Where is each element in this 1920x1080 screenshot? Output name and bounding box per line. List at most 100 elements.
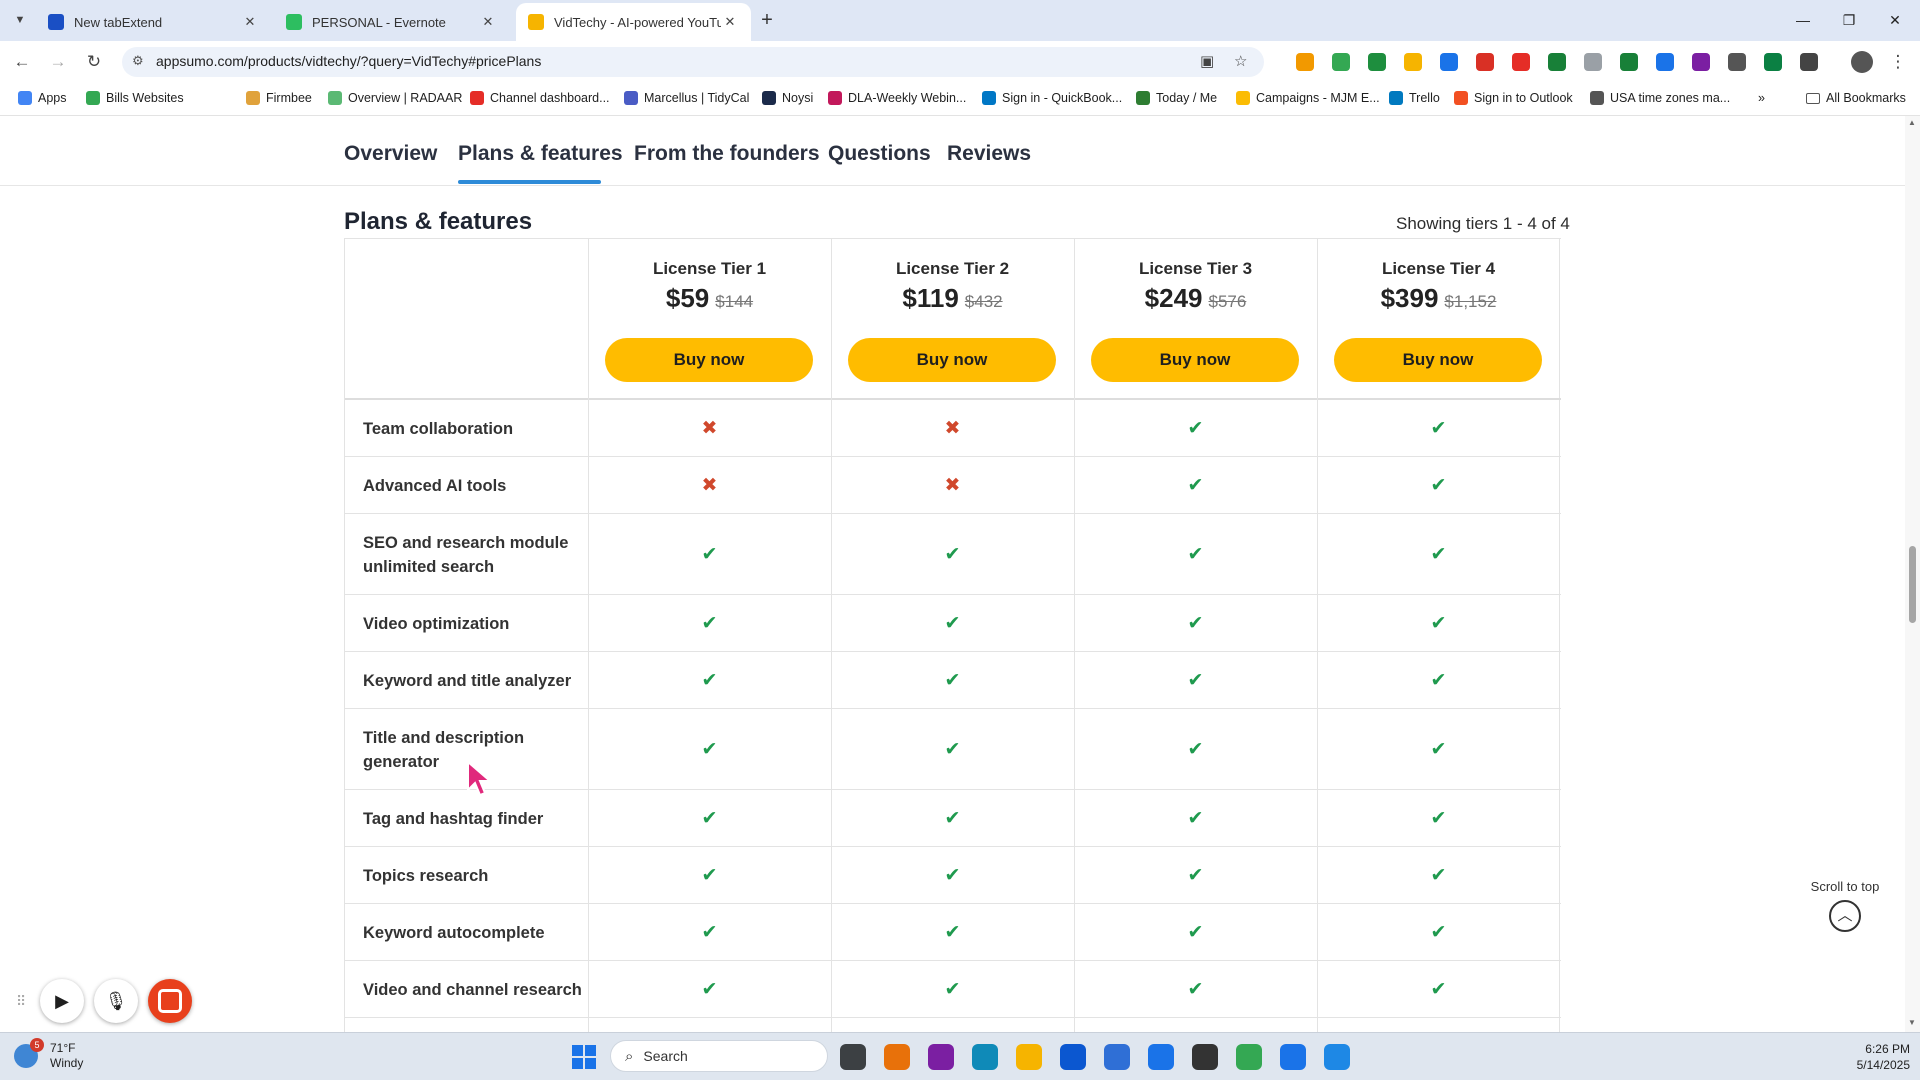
taskbar-app-icon[interactable] [1148,1044,1174,1070]
scroll-down-arrow-icon[interactable]: ▼ [1908,1018,1916,1027]
weather-desc: Windy [50,1056,84,1070]
extension-icon[interactable] [1800,53,1818,71]
taskbar-app-icon[interactable] [1324,1044,1350,1070]
taskbar-app-icon[interactable] [1016,1044,1042,1070]
tier-old-price: $1,152 [1444,292,1497,311]
site-info-icon[interactable]: ⚙ [132,53,144,69]
subnav-tab[interactable]: From the founders [634,142,820,166]
buy-now-button[interactable]: Buy now [1091,338,1299,382]
tier-price: $119 [902,283,959,313]
bookmark-item[interactable]: Campaigns - MJM E... [1236,91,1380,105]
bookmark-item[interactable]: Noysi [762,91,813,105]
taskbar-app-icon[interactable] [1280,1044,1306,1070]
tab-search-chevron-icon[interactable]: ▼ [10,10,30,30]
reload-button[interactable]: ↻ [82,50,106,74]
address-bar[interactable]: ⚙ appsumo.com/products/vidtechy/?query=V… [122,47,1264,77]
bookmark-item[interactable]: Channel dashboard... [470,91,610,105]
drag-handle-icon[interactable]: ⠿ [16,993,30,1010]
start-button[interactable] [572,1045,596,1069]
tab-favicon-icon [528,14,544,30]
weather-widget[interactable]: 5 71°F Windy [14,1038,84,1071]
close-window-button[interactable]: ✕ [1872,8,1918,32]
extension-icon[interactable] [1692,53,1710,71]
buy-now-button[interactable]: Buy now [1334,338,1542,382]
extension-icon[interactable] [1440,53,1458,71]
check-icon: ✔ [1187,612,1204,634]
taskbar-app-icon[interactable] [884,1044,910,1070]
check-icon: ✔ [1430,417,1447,439]
bookmark-item[interactable]: Apps [18,91,67,105]
taskbar-app-icon[interactable] [1060,1044,1086,1070]
check-icon: ✔ [1187,807,1204,829]
subnav-tab[interactable]: Overview [344,142,437,166]
extension-icon[interactable] [1296,53,1314,71]
more-bookmarks-chevron-icon[interactable]: » [1758,91,1765,105]
taskbar-app-icon[interactable] [1192,1044,1218,1070]
scrollbar-thumb[interactable] [1909,546,1916,623]
camera-toggle-button[interactable]: ▶ [40,979,84,1023]
scroll-up-arrow-icon[interactable]: ▲ [1908,118,1916,127]
browser-tab[interactable]: PERSONAL - Evernote ✕ [274,3,509,41]
bookmark-item[interactable]: Today / Me [1136,91,1217,105]
bookmark-item[interactable]: DLA-Weekly Webin... [828,91,966,105]
active-tab-underline [458,180,601,184]
subnav-tab[interactable]: Reviews [947,142,1031,166]
stop-recording-button[interactable] [148,979,192,1023]
bookmark-item[interactable]: Bills Websites [86,91,184,105]
extension-icon[interactable] [1368,53,1386,71]
extension-icon[interactable] [1548,53,1566,71]
extension-icon[interactable] [1332,53,1350,71]
close-tab-icon[interactable]: ✕ [479,13,497,31]
extension-icon[interactable] [1512,53,1530,71]
buy-now-button[interactable]: Buy now [605,338,813,382]
bookmark-item[interactable]: Firmbee [246,91,312,105]
taskbar-search[interactable]: ⌕ Search [610,1040,828,1072]
bookmark-item[interactable]: Sign in to Outlook [1454,91,1573,105]
extension-icon[interactable] [1404,53,1422,71]
taskbar-app-icon[interactable] [972,1044,998,1070]
profile-avatar[interactable] [1851,51,1873,73]
bookmark-item[interactable]: Trello [1389,91,1440,105]
bookmark-item[interactable]: Marcellus | TidyCal [624,91,749,105]
taskbar-app-icon[interactable] [840,1044,866,1070]
feature-row: Video optimization ✔ ✔ ✔ ✔ [345,595,1561,652]
bookmark-item[interactable]: Overview | RADAAR [328,91,462,105]
taskbar-app-icon[interactable] [1236,1044,1262,1070]
forward-button[interactable]: → [46,50,70,74]
browser-menu-icon[interactable]: ⋮ [1886,50,1910,74]
new-tab-button[interactable]: + [755,9,779,33]
bookmark-item[interactable]: USA time zones ma... [1590,91,1730,105]
extension-icon[interactable] [1620,53,1638,71]
browser-tab[interactable]: New tabExtend ✕ [36,3,271,41]
cross-icon: ✖ [701,417,718,439]
section-title: Plans & features [344,208,533,235]
install-app-icon[interactable]: ▣ [1200,52,1214,70]
extension-icon[interactable] [1584,53,1602,71]
taskbar-app-icon[interactable] [928,1044,954,1070]
bookmark-star-icon[interactable]: ☆ [1234,52,1247,70]
feature-row: Keyword autocomplete ✔ ✔ ✔ ✔ [345,904,1561,961]
taskbar-app-icon[interactable] [1104,1044,1130,1070]
page-scrollbar[interactable]: ▲ ▼ [1905,116,1920,1032]
back-button[interactable]: ← [10,50,34,74]
clock[interactable]: 6:26 PM 5/14/2025 [1830,1041,1910,1073]
extension-icon[interactable] [1476,53,1494,71]
page-content: Overview Plans & features From the founder… [0,116,1920,1032]
subnav-tab[interactable]: Questions [828,142,931,166]
buy-now-button[interactable]: Buy now [848,338,1056,382]
extension-icon[interactable] [1728,53,1746,71]
close-tab-icon[interactable]: ✕ [241,13,259,31]
browser-tab[interactable]: VidTechy - AI-powered YouTube ✕ [516,3,751,41]
minimize-button[interactable]: — [1780,8,1826,32]
extension-icon[interactable] [1656,53,1674,71]
microphone-toggle-button[interactable]: 🎙 [94,979,138,1023]
stop-icon [158,989,182,1013]
bookmark-item[interactable]: Sign in - QuickBook... [982,91,1122,105]
close-tab-icon[interactable]: ✕ [721,13,739,31]
restore-button[interactable]: ❐ [1826,8,1872,32]
all-bookmarks-button[interactable]: All Bookmarks [1806,91,1906,105]
scroll-to-top-button[interactable]: Scroll to top ︿ [1795,879,1895,945]
tier-price: $59 [665,283,710,313]
extension-icon[interactable] [1764,53,1782,71]
subnav-tab[interactable]: Plans & features [458,142,623,166]
